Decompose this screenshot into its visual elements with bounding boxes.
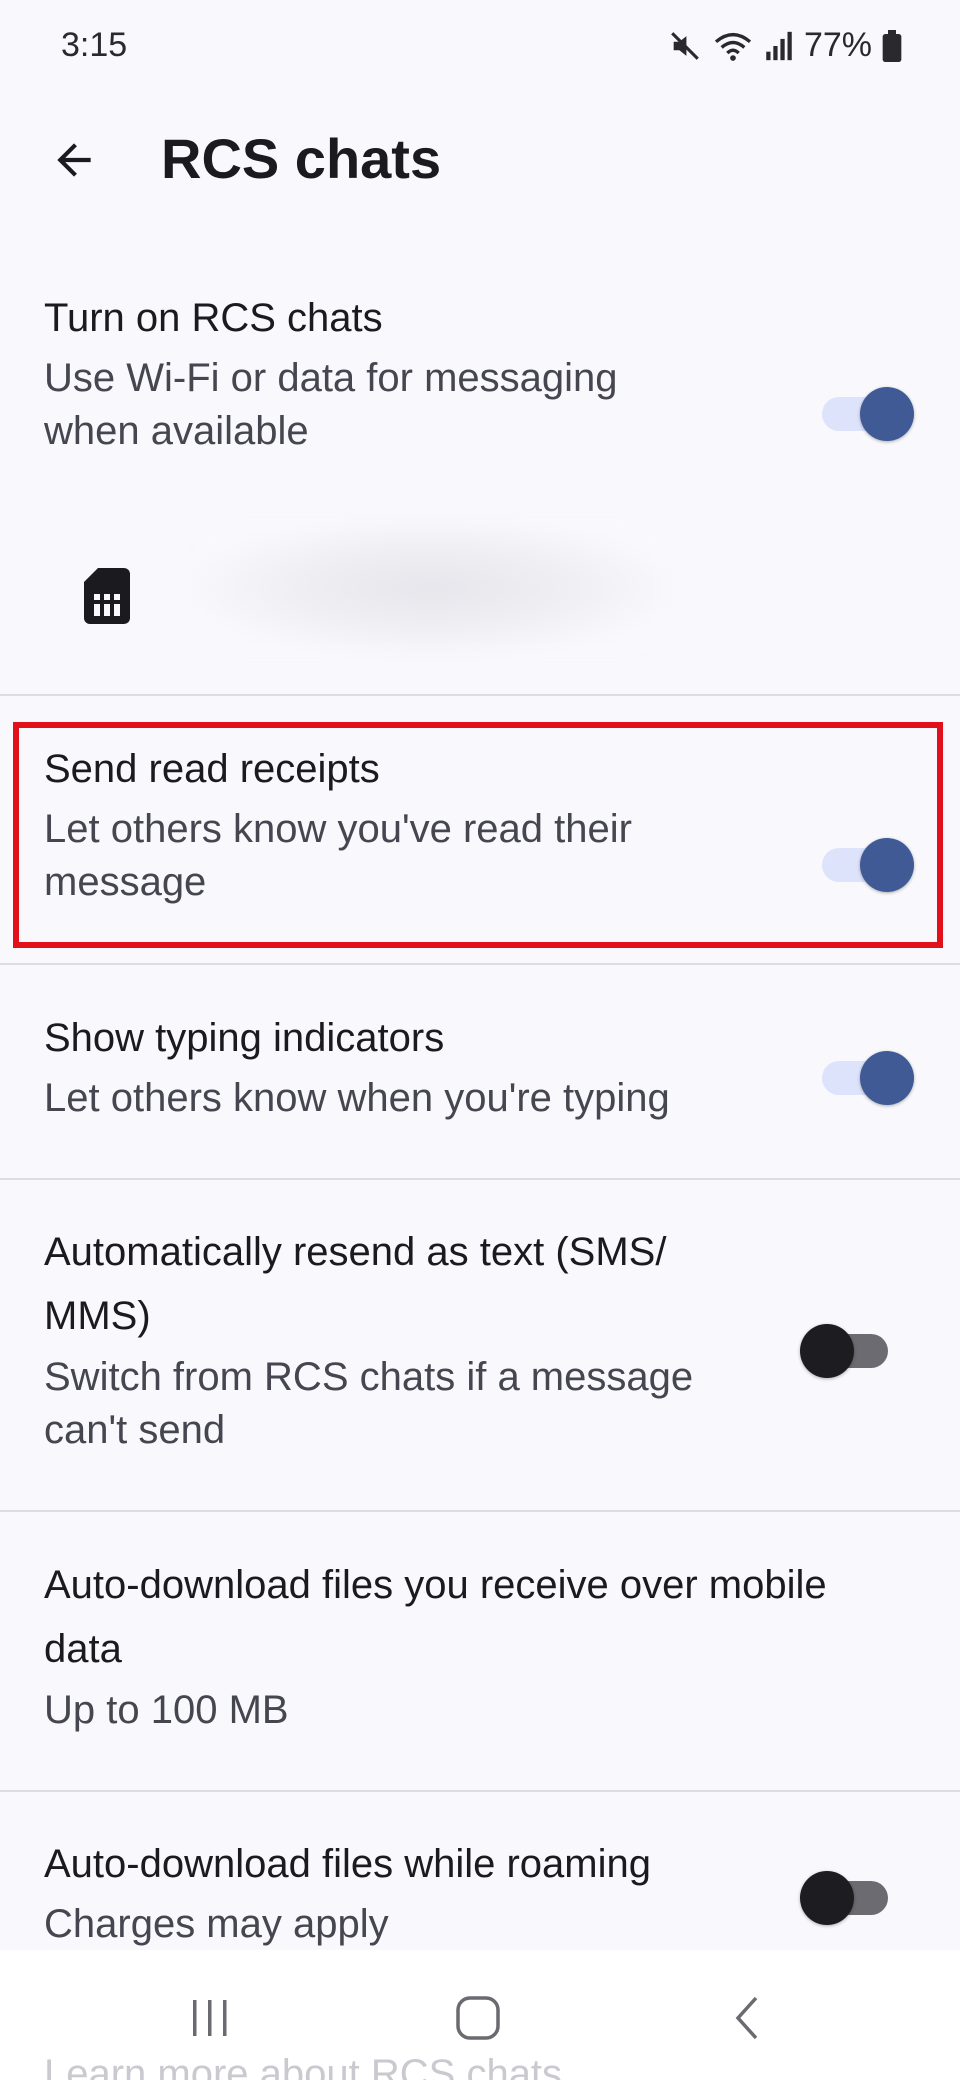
roaming-download-toggle[interactable] bbox=[800, 1861, 900, 1931]
back-nav-icon bbox=[730, 1994, 764, 2047]
setting-typing-indicators[interactable]: Show typing indicators Let others know w… bbox=[0, 1006, 960, 1156]
signal-icon bbox=[764, 29, 794, 63]
setting-auto-download-mobile[interactable]: Auto-download files you receive over mob… bbox=[0, 1553, 960, 1773]
mute-icon bbox=[668, 29, 702, 63]
learn-more-link[interactable]: Learn more about RCS chats bbox=[44, 2052, 562, 2080]
setting-title: Auto-download files while roaming bbox=[44, 1842, 651, 1886]
back-nav-button[interactable] bbox=[712, 1990, 782, 2050]
back-button[interactable] bbox=[40, 128, 108, 196]
recent-apps-button[interactable] bbox=[175, 1990, 245, 2050]
status-bar: 3:15 77% bbox=[0, 0, 960, 96]
blurred-phone-number bbox=[196, 520, 666, 655]
home-button[interactable] bbox=[443, 1990, 513, 2050]
divider bbox=[0, 1790, 960, 1792]
divider bbox=[0, 963, 960, 965]
status-icons: 77% bbox=[668, 26, 902, 65]
arrow-back-icon bbox=[49, 135, 99, 190]
typing-indicators-toggle[interactable] bbox=[822, 1041, 922, 1111]
setting-resend-as-text[interactable]: Automatically resend as text (SMS/ MMS) … bbox=[0, 1220, 960, 1480]
setting-title: Show typing indicators bbox=[44, 1016, 445, 1060]
setting-summary: Use Wi-Fi or data for messaging when ava… bbox=[44, 356, 618, 453]
setting-summary: Switch from RCS chats if a message can't… bbox=[44, 1355, 694, 1452]
status-time: 3:15 bbox=[61, 26, 128, 64]
rcs-toggle[interactable] bbox=[822, 377, 922, 447]
divider bbox=[0, 694, 960, 696]
setting-title: Automatically resend as text (SMS/ MMS) bbox=[44, 1230, 667, 1338]
divider bbox=[0, 1178, 960, 1180]
highlight-box bbox=[13, 722, 943, 948]
divider bbox=[0, 1510, 960, 1512]
setting-turn-on-rcs[interactable]: Turn on RCS chats Use Wi-Fi or data for … bbox=[0, 286, 960, 476]
setting-summary: Let others know when you're typing bbox=[44, 1076, 670, 1120]
page-title: RCS chats bbox=[161, 127, 442, 190]
setting-title: Auto-download files you receive over mob… bbox=[44, 1563, 827, 1671]
battery-icon bbox=[882, 29, 902, 62]
sim-card-icon bbox=[84, 568, 130, 624]
setting-title: Turn on RCS chats bbox=[44, 296, 383, 340]
battery-percent: 77% bbox=[803, 26, 872, 64]
home-icon bbox=[454, 1994, 502, 2047]
setting-summary: Charges may apply bbox=[44, 1902, 389, 1946]
setting-summary: Up to 100 MB bbox=[44, 1688, 289, 1732]
recent-apps-icon bbox=[188, 1996, 232, 2045]
resend-as-text-toggle[interactable] bbox=[800, 1314, 900, 1384]
wifi-icon bbox=[712, 29, 754, 63]
setting-auto-download-roaming[interactable]: Auto-download files while roaming Charge… bbox=[0, 1832, 960, 1962]
app-bar: RCS chats bbox=[0, 110, 960, 210]
